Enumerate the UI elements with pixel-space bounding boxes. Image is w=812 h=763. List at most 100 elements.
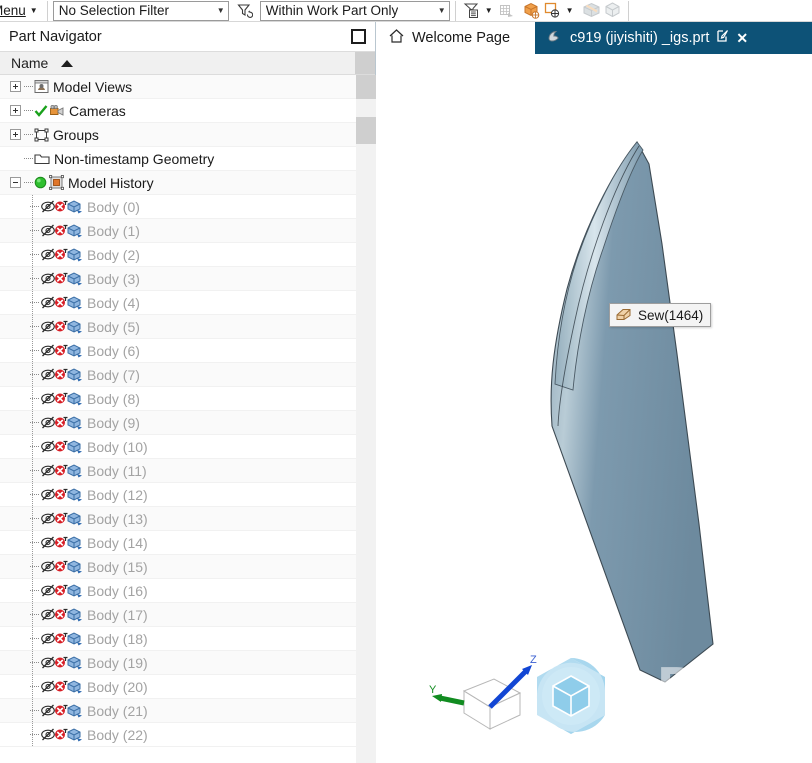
expand-toggle[interactable] [10,105,21,116]
body-icon [66,439,83,454]
body-icon [66,559,83,574]
tree-guide-line [32,627,33,650]
tree-guide-line [32,507,33,530]
part-navigator-tree[interactable]: Model Views Cameras Groups Non-timestamp… [0,75,356,763]
filter-reset-icon[interactable] [234,1,255,21]
tree-row-model-views[interactable]: Model Views [0,75,356,99]
tree-guide-line [32,651,33,674]
tree-guide-dash [24,182,33,183]
chevron-down-icon: ▼ [437,6,446,15]
select-body-icon[interactable] [521,1,542,21]
tree-row-body[interactable]: Body (3) [0,267,356,291]
selection-settings-icon[interactable] [461,1,482,21]
tree-row-label: Model History [68,174,154,191]
sew-tooltip-label: Sew(1464) [638,307,704,323]
scope-value: Within Work Part Only [265,3,399,18]
model-history-icon [49,175,64,190]
tree-guide-line [32,579,33,602]
folder-icon [34,152,50,166]
tree-row-label: Body (14) [87,534,148,551]
tree-row-body[interactable]: Body (10) [0,435,356,459]
shaded-body-icon[interactable] [581,1,602,21]
scope-dropdown[interactable]: Within Work Part Only ▼ [259,0,450,21]
dock-button[interactable] [351,29,366,44]
column-header-name: Name [11,55,49,71]
tree-row-body[interactable]: Body (19) [0,651,356,675]
tree-column-header[interactable]: Name [0,51,375,75]
wireframe-body-icon[interactable] [602,1,623,21]
body-icon [66,319,83,334]
select-feature-icon[interactable] [542,1,563,21]
tree-row-body[interactable]: Body (21) [0,699,356,723]
tree-row-body[interactable]: Body (14) [0,531,356,555]
tree-row-body[interactable]: Body (12) [0,483,356,507]
body-icon [66,271,83,286]
chevron-down-icon[interactable]: ▼ [563,6,577,15]
tree-row-body[interactable]: Body (6) [0,339,356,363]
tree-row-body[interactable]: Body (7) [0,363,356,387]
tree-row-body[interactable]: Body (11) [0,459,356,483]
tree-row-model-history[interactable]: Model History [0,171,356,195]
wing-body-geometry[interactable] [377,54,812,741]
tree-guide-line [32,339,33,362]
body-icon [66,631,83,646]
expand-toggle[interactable] [10,81,21,92]
tree-row-label: Body (12) [87,486,148,503]
body-icon [66,415,83,430]
selection-filter-dropdown[interactable]: No Selection Filter ▼ [52,0,229,21]
tree-row-label: Body (22) [87,726,148,743]
scroll-thumb-upper[interactable] [356,75,376,99]
tree-row-body[interactable]: Body (2) [0,243,356,267]
tree-row-label: Body (6) [87,342,140,359]
tree-guide-line [32,435,33,458]
tree-row-cameras[interactable]: Cameras [0,99,356,123]
face-selection-icon [496,1,517,21]
top-toolbar: Menu ▼ No Selection Filter ▼ Within Work… [0,0,812,22]
expand-toggle[interactable] [10,129,21,140]
view-cube-navigator[interactable] [525,654,617,741]
tree-row-body[interactable]: Body (8) [0,387,356,411]
tree-row-body[interactable]: Body (17) [0,603,356,627]
column-header-grip[interactable] [355,52,375,74]
groups-icon [34,128,49,142]
tree-row-body[interactable]: Body (1) [0,219,356,243]
tree-row-body[interactable]: Body (15) [0,555,356,579]
tree-row-body[interactable]: Body (5) [0,315,356,339]
tree-guide-line [32,411,33,434]
tree-row-body[interactable]: Body (4) [0,291,356,315]
tab-part-file[interactable]: c919 (jiyishiti) _igs.prt ✕ [535,22,812,54]
tree-row-body[interactable]: Body (9) [0,411,356,435]
tree-guide-line [32,363,33,386]
tree-guide-line [32,723,33,746]
tree-row-groups[interactable]: Groups [0,123,356,147]
tree-vertical-scrollbar[interactable] [356,75,376,763]
tree-row-body[interactable]: Body (18) [0,627,356,651]
tab-close-button[interactable]: ✕ [736,30,748,47]
menu-button[interactable]: Menu ▼ [0,3,42,18]
tree-row-label: Body (8) [87,390,140,407]
tab-part-file-label: c919 (jiyishiti) _igs.prt [570,30,710,46]
check-icon[interactable] [34,104,48,118]
tree-row-body[interactable]: Body (0) [0,195,356,219]
model-views-icon [34,79,49,94]
tree-row-body[interactable]: Body (22) [0,723,356,747]
tab-welcome-page[interactable]: Welcome Page [377,22,522,54]
tree-row-label: Body (15) [87,558,148,575]
tree-row-body[interactable]: Body (16) [0,579,356,603]
tree-row-body[interactable]: Body (20) [0,675,356,699]
edit-icon[interactable] [716,29,729,47]
tree-row-label: Body (20) [87,678,148,695]
body-icon [66,511,83,526]
tree-row-label: Body (11) [87,462,147,479]
tab-welcome-page-label: Welcome Page [412,30,511,46]
tree-row-label: Body (21) [87,702,148,719]
toolbar-divider [627,0,629,21]
tree-guide-line [32,219,33,242]
scroll-thumb[interactable] [356,117,376,144]
tree-row-non-timestamp-geometry[interactable]: Non-timestamp Geometry [0,147,356,171]
body-icon [66,679,83,694]
tree-row-body[interactable]: Body (13) [0,507,356,531]
graphics-viewport[interactable]: D# Sew(1464) Z Y [377,54,812,741]
chevron-down-icon[interactable]: ▼ [482,6,496,15]
collapse-toggle[interactable] [10,177,21,188]
